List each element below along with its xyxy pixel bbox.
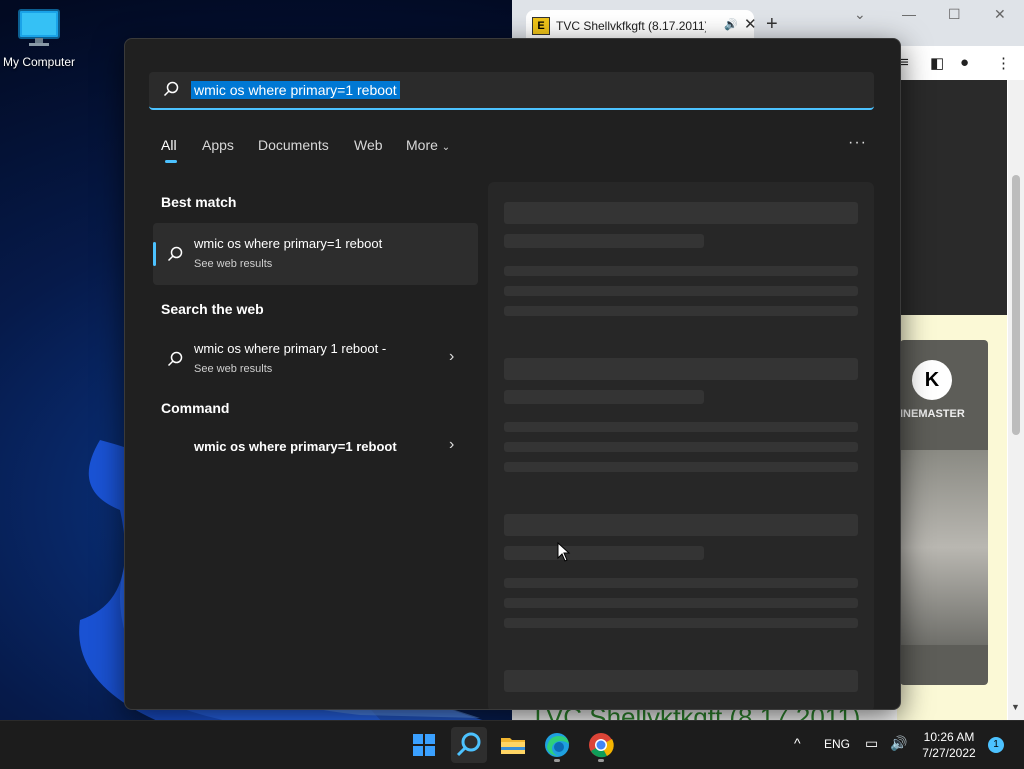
skeleton-line xyxy=(504,234,704,248)
skeleton-line xyxy=(504,286,858,296)
tab-apps[interactable]: Apps xyxy=(202,137,234,153)
more-options-icon[interactable]: ··· xyxy=(848,134,867,152)
search-taskbar-button[interactable] xyxy=(451,727,487,763)
my-computer-label: My Computer xyxy=(2,55,76,69)
skeleton-line xyxy=(504,442,858,452)
video-player[interactable]: K INEMASTER xyxy=(900,340,988,685)
clock[interactable]: 10:26 AM 7/27/2022 xyxy=(918,729,980,761)
web-result-subtitle: See web results xyxy=(194,363,273,375)
skeleton-line xyxy=(504,266,858,276)
best-match-heading: Best match xyxy=(161,194,237,210)
clock-date: 7/27/2022 xyxy=(922,746,976,760)
tab-search-chevron-icon[interactable]: ⌄ xyxy=(854,6,866,23)
running-indicator xyxy=(598,759,604,762)
tab-web[interactable]: Web xyxy=(354,137,383,153)
chevron-right-icon[interactable]: › xyxy=(449,348,454,366)
chrome-icon xyxy=(589,733,614,758)
notification-badge[interactable]: 1 xyxy=(988,737,1004,753)
mouse-cursor-icon xyxy=(557,542,571,562)
chevron-up-icon[interactable]: ^ xyxy=(794,735,801,751)
kinemaster-watermark: INEMASTER xyxy=(900,408,965,420)
tab-more[interactable]: More ⌄ xyxy=(406,137,450,153)
skeleton-line xyxy=(504,670,858,692)
language-indicator[interactable]: ENG xyxy=(824,737,850,751)
start-search-panel: wmic os where primary=1 reboot All Apps … xyxy=(124,38,901,710)
reading-list-icon[interactable]: ≡ xyxy=(900,54,909,71)
skeleton-line xyxy=(504,422,858,432)
search-web-heading: Search the web xyxy=(161,301,264,317)
folder-icon xyxy=(501,738,525,754)
search-query-text[interactable]: wmic os where primary=1 reboot xyxy=(191,81,400,99)
menu-kebab-icon[interactable]: ⋮ xyxy=(996,54,1011,72)
skeleton-line xyxy=(504,514,858,536)
skeleton-line xyxy=(504,598,858,608)
page-scrollbar[interactable]: ▼ xyxy=(1008,80,1024,720)
kinemaster-logo: K xyxy=(912,360,952,400)
edge-icon xyxy=(545,733,569,757)
speaker-icon[interactable]: 🔊 xyxy=(724,18,738,31)
edge-browser-button[interactable] xyxy=(539,727,575,763)
my-computer-desktop-icon[interactable]: My Computer xyxy=(0,8,78,69)
active-tab-indicator xyxy=(165,160,177,163)
best-match-subtitle: See web results xyxy=(194,258,273,270)
page-dark-region xyxy=(897,80,1007,315)
maximize-icon[interactable]: ☐ xyxy=(948,6,961,23)
search-icon xyxy=(167,246,183,262)
start-button[interactable] xyxy=(406,727,442,763)
best-match-result[interactable]: wmic os where primary=1 reboot See web r… xyxy=(153,223,478,285)
taskbar: ^ ENG ▭ 🔊 10:26 AM 7/27/2022 1 xyxy=(0,720,1024,769)
windows-logo-icon xyxy=(413,734,435,756)
search-icon xyxy=(163,81,179,97)
search-icon xyxy=(167,351,183,367)
scroll-thumb[interactable] xyxy=(1012,175,1020,435)
favicon-icon: E xyxy=(532,17,550,35)
skeleton-line xyxy=(504,390,704,404)
tab-all[interactable]: All xyxy=(161,137,177,153)
video-frame xyxy=(900,450,988,645)
best-match-title: wmic os where primary=1 reboot xyxy=(194,236,383,251)
web-result-title: wmic os where primary 1 reboot - xyxy=(194,341,387,356)
command-result-title: wmic os where primary=1 reboot xyxy=(194,439,397,454)
tab-close-icon[interactable]: ✕ xyxy=(744,15,757,33)
skeleton-line xyxy=(504,578,858,588)
clock-time: 10:26 AM xyxy=(923,730,975,744)
monitor-icon xyxy=(18,9,60,46)
file-explorer-button[interactable] xyxy=(495,727,531,763)
command-result[interactable]: wmic os where primary=1 reboot › xyxy=(153,417,478,477)
new-tab-plus-icon[interactable]: + xyxy=(766,13,778,36)
tab-title: TVC Shellvkfkgft (8.17.2011) xyxy=(556,19,706,33)
scroll-down-arrow-icon[interactable]: ▼ xyxy=(1011,702,1020,712)
skeleton-line xyxy=(504,618,858,628)
chrome-browser-button[interactable] xyxy=(583,727,619,763)
chevron-right-icon[interactable]: › xyxy=(449,436,454,454)
skeleton-line xyxy=(504,546,704,560)
close-window-icon[interactable]: ✕ xyxy=(994,6,1006,23)
command-heading: Command xyxy=(161,400,230,416)
tab-more-label: More xyxy=(406,137,438,153)
minimize-icon[interactable]: — xyxy=(902,6,916,22)
volume-icon[interactable]: 🔊 xyxy=(890,735,907,752)
preview-pane-loading xyxy=(488,182,874,709)
chevron-down-icon: ⌄ xyxy=(441,142,451,153)
network-icon[interactable]: ▭ xyxy=(865,735,878,752)
profile-icon[interactable]: ● xyxy=(960,54,969,71)
search-icon xyxy=(456,732,481,757)
skeleton-line xyxy=(504,306,858,316)
side-panel-icon[interactable]: ◧ xyxy=(930,54,944,72)
tab-documents[interactable]: Documents xyxy=(258,137,329,153)
search-input[interactable]: wmic os where primary=1 reboot xyxy=(149,72,874,110)
selection-bar xyxy=(153,242,156,266)
skeleton-line xyxy=(504,462,858,472)
skeleton-line xyxy=(504,358,858,380)
web-result[interactable]: wmic os where primary 1 reboot - See web… xyxy=(153,328,478,390)
running-indicator xyxy=(554,759,560,762)
skeleton-line xyxy=(504,202,858,224)
